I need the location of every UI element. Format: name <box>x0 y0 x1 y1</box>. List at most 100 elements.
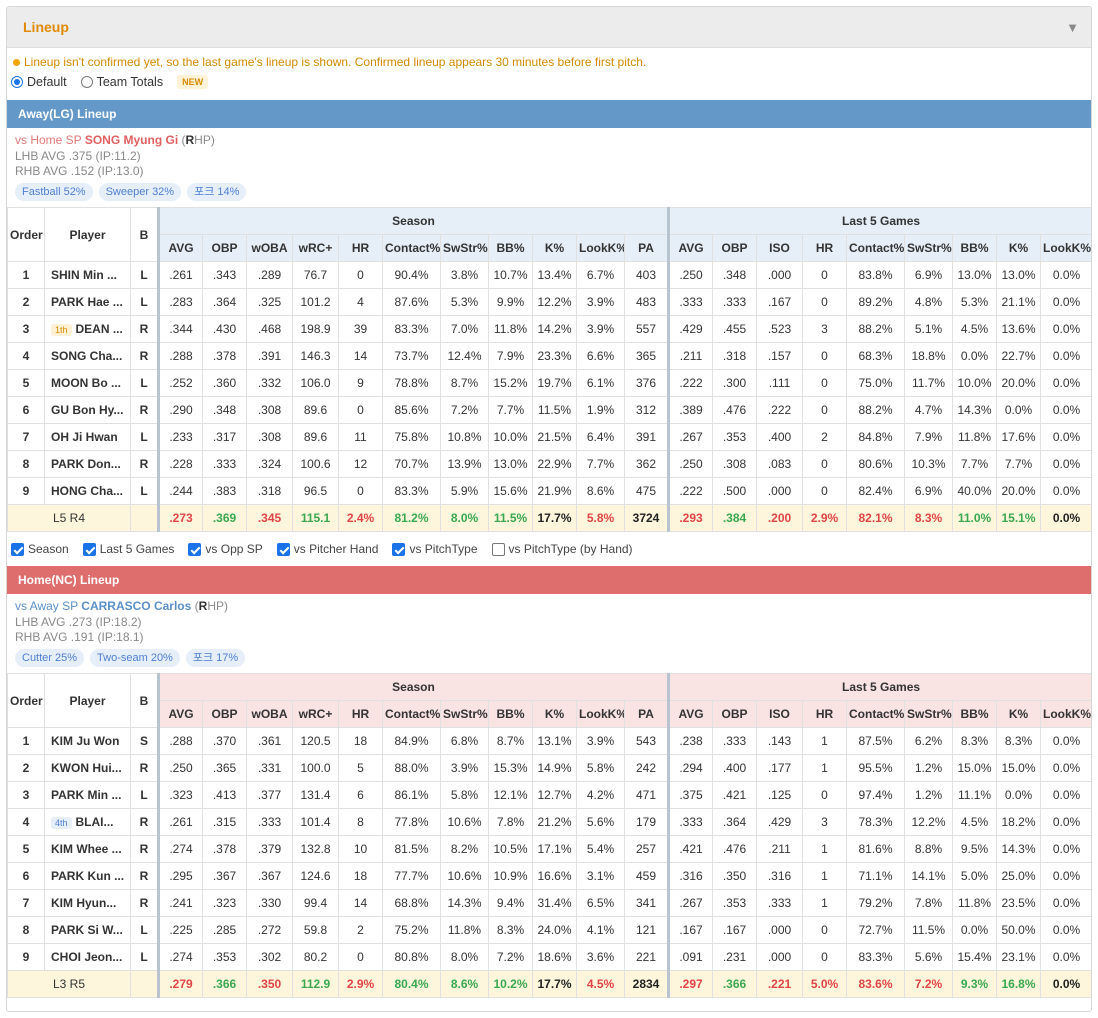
option-vs-pitchtype[interactable]: vs PitchType <box>392 542 478 556</box>
col-season-stat[interactable]: LookK% <box>576 234 625 262</box>
col-season-stat[interactable]: BB% <box>488 234 533 262</box>
col-season-stat[interactable]: wRC+ <box>292 234 339 262</box>
player-name-cell[interactable]: KIM Whee ... <box>44 835 131 863</box>
player-name-cell[interactable]: 1th DEAN ... <box>44 315 131 343</box>
col-last5-stat[interactable]: K% <box>996 234 1042 262</box>
player-name-cell[interactable]: SONG Cha... <box>44 342 131 370</box>
col-last5-stat[interactable]: AVG <box>667 234 714 262</box>
player-name-cell[interactable]: HONG Cha... <box>44 477 131 505</box>
player-name[interactable]: KIM Whee ... <box>51 842 122 856</box>
home-sp-name[interactable]: CARRASCO Carlos <box>81 599 191 613</box>
player-name[interactable]: KWON Hui... <box>51 761 122 775</box>
col-season-stat[interactable]: wRC+ <box>292 700 339 728</box>
player-name[interactable]: OH Ji Hwan <box>51 430 118 444</box>
player-name-cell[interactable]: KIM Hyun... <box>44 889 131 917</box>
player-name[interactable]: PARK Kun ... <box>51 869 124 883</box>
player-name[interactable]: MOON Bo ... <box>51 376 121 390</box>
player-name[interactable]: PARK Si W... <box>51 923 123 937</box>
col-last5-stat[interactable]: OBP <box>712 234 758 262</box>
player-name[interactable]: BLAI... <box>76 815 114 829</box>
col-season-stat[interactable]: OBP <box>202 234 247 262</box>
player-name[interactable]: CHOI Jeon... <box>51 950 122 964</box>
col-season-stat[interactable]: Contact% <box>382 700 441 728</box>
col-last5-stat[interactable]: LookK% <box>1040 234 1091 262</box>
col-player[interactable]: Player <box>44 207 131 262</box>
col-last5-stat[interactable]: HR <box>802 700 848 728</box>
col-season-stat[interactable]: SwStr% <box>440 234 489 262</box>
checkbox-icon[interactable] <box>188 542 202 556</box>
player-name-cell[interactable]: PARK Min ... <box>44 781 131 809</box>
player-name[interactable]: PARK Hae ... <box>51 295 123 309</box>
col-bats[interactable]: B <box>130 673 160 728</box>
player-name-cell[interactable]: PARK Kun ... <box>44 862 131 890</box>
player-name[interactable]: GU Bon Hy... <box>51 403 123 417</box>
player-name[interactable]: KIM Ju Won <box>51 734 119 748</box>
player-name[interactable]: SONG Cha... <box>51 349 122 363</box>
checkbox-icon[interactable] <box>276 542 290 556</box>
option-season[interactable]: Season <box>11 542 69 556</box>
checkbox-icon[interactable] <box>11 542 24 556</box>
checkbox-icon[interactable] <box>392 542 406 556</box>
player-name-cell[interactable]: GU Bon Hy... <box>44 396 131 424</box>
col-order[interactable]: Order <box>7 207 45 262</box>
player-name[interactable]: HONG Cha... <box>51 484 123 498</box>
player-name[interactable]: KIM Hyun... <box>51 896 116 910</box>
col-last5-stat[interactable]: ISO <box>756 700 804 728</box>
col-last5-stat[interactable]: Contact% <box>846 234 906 262</box>
panel-header[interactable]: Lineup ▼ <box>7 7 1091 48</box>
col-season-stat[interactable]: wOBA <box>246 700 293 728</box>
player-name-cell[interactable]: PARK Si W... <box>44 916 131 944</box>
player-name-cell[interactable]: KWON Hui... <box>44 754 131 782</box>
player-name[interactable]: PARK Min ... <box>51 788 121 802</box>
option-vs-pitcher-hand[interactable]: vs Pitcher Hand <box>276 542 378 556</box>
col-player[interactable]: Player <box>44 673 131 728</box>
col-season-stat[interactable]: K% <box>532 234 577 262</box>
col-season-stat[interactable]: HR <box>338 700 383 728</box>
option-last5[interactable]: Last 5 Games <box>82 542 174 556</box>
col-season-stat[interactable]: AVG <box>158 234 203 262</box>
col-last5-stat[interactable]: OBP <box>712 700 758 728</box>
col-season-stat[interactable]: HR <box>338 234 383 262</box>
col-last5-stat[interactable]: SwStr% <box>904 234 954 262</box>
col-last5-stat[interactable]: HR <box>802 234 848 262</box>
col-last5-stat[interactable]: LookK% <box>1040 700 1091 728</box>
option-vs-pitchtype-by-hand[interactable]: vs PitchType (by Hand) <box>491 542 633 556</box>
checkbox-icon[interactable] <box>82 542 96 556</box>
col-season-stat[interactable]: wOBA <box>246 234 293 262</box>
col-bats[interactable]: B <box>130 207 160 262</box>
player-name-cell[interactable]: PARK Don... <box>44 450 131 478</box>
default-radio[interactable]: Default <box>11 75 67 89</box>
col-season-stat[interactable]: BB% <box>488 700 533 728</box>
player-name-cell[interactable]: MOON Bo ... <box>44 369 131 397</box>
col-season-stat[interactable]: AVG <box>158 700 203 728</box>
col-season-stat[interactable]: OBP <box>202 700 247 728</box>
away-sp-name[interactable]: SONG Myung Gi <box>85 133 178 147</box>
col-last5-stat[interactable]: ISO <box>756 234 804 262</box>
player-name-cell[interactable]: CHOI Jeon... <box>44 943 131 971</box>
col-season-stat[interactable]: LookK% <box>576 700 625 728</box>
caret-down-icon[interactable]: ▼ <box>1066 20 1079 35</box>
player-name[interactable]: DEAN ... <box>76 322 123 336</box>
player-name-cell[interactable]: OH Ji Hwan <box>44 423 131 451</box>
col-last5-stat[interactable]: K% <box>996 700 1042 728</box>
col-last5-stat[interactable]: BB% <box>952 700 998 728</box>
col-last5-stat[interactable]: SwStr% <box>904 700 954 728</box>
col-season-stat[interactable]: SwStr% <box>440 700 489 728</box>
col-season-stat[interactable]: Contact% <box>382 234 441 262</box>
team-totals-radio[interactable]: Team Totals <box>80 75 163 89</box>
radio-unselected-icon[interactable] <box>80 76 93 88</box>
player-name-cell[interactable]: PARK Hae ... <box>44 288 131 316</box>
player-name[interactable]: PARK Don... <box>51 457 121 471</box>
col-season-stat[interactable]: PA <box>623 700 670 728</box>
col-last5-stat[interactable]: Contact% <box>846 700 906 728</box>
player-name-cell[interactable]: 4th BLAI... <box>44 808 131 836</box>
player-name[interactable]: SHIN Min ... <box>51 268 117 282</box>
col-season-stat[interactable]: K% <box>532 700 577 728</box>
option-vs-opp-sp[interactable]: vs Opp SP <box>188 542 263 556</box>
radio-selected-icon[interactable] <box>11 76 23 88</box>
col-last5-stat[interactable]: BB% <box>952 234 998 262</box>
col-last5-stat[interactable]: AVG <box>667 700 714 728</box>
col-season-stat[interactable]: PA <box>623 234 670 262</box>
player-name-cell[interactable]: SHIN Min ... <box>44 261 131 289</box>
checkbox-icon[interactable] <box>491 542 505 556</box>
